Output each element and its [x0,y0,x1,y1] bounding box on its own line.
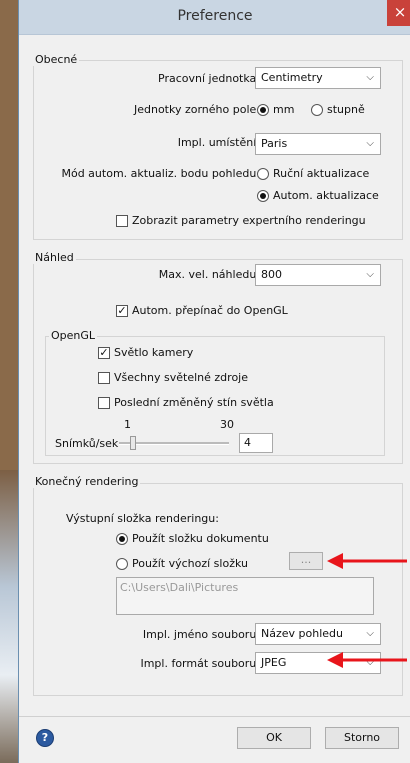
final-render-legend: Konečný rendering [33,475,141,488]
annotation-arrow-format [327,652,407,668]
location-label: Impl. umístění: [177,136,260,149]
browse-button[interactable]: ... [289,552,323,570]
ok-button[interactable]: OK [237,727,311,749]
chevron-down-icon: ⌵ [366,138,374,149]
all-lights-checkbox[interactable] [98,372,110,384]
unit-label: Pracovní jednotka: [158,72,260,85]
annotation-arrow-browse [327,553,407,569]
fps-value: 4 [244,436,251,449]
update-manual-radio[interactable] [257,168,269,180]
fov-deg-radio[interactable] [311,104,323,116]
preferences-dialog: Preference × Obecné Pracovní jednotka: C… [18,0,410,763]
title-bar: Preference × [19,0,410,35]
opengl-legend: OpenGL [49,329,98,342]
fov-mm-radio[interactable] [257,104,269,116]
update-manual-label: Ruční aktualizace [273,167,370,180]
fov-units-label: Jednotky zorného pole: [133,103,260,116]
footer-divider [19,716,410,717]
use-doc-folder-label: Použít složku dokumentu [132,532,269,545]
fps-slider-thumb[interactable] [130,436,136,450]
use-default-folder-label: Použít výchozí složku [132,557,248,570]
chevron-down-icon: ⌵ [366,72,374,83]
use-doc-folder-radio[interactable] [116,533,128,545]
auto-opengl-checkbox[interactable]: ✓ [116,305,128,317]
update-mode-label: Mód autom. aktualiz. bodu pohledu: [61,167,260,180]
location-select[interactable]: Paris ⌵ [255,133,381,155]
chevron-down-icon: ⌵ [366,628,374,639]
fov-deg-label: stupně [327,103,365,116]
chevron-down-icon: ⌵ [366,269,374,280]
unit-select[interactable]: Centimetry ⌵ [255,67,381,89]
update-auto-radio[interactable] [257,190,269,202]
fps-max-label: 30 [220,418,234,431]
general-legend: Obecné [33,53,80,66]
unit-value: Centimetry [261,71,323,84]
fov-mm-label: mm [273,103,295,116]
filename-select[interactable]: Název pohledu ⌵ [255,623,381,645]
close-button[interactable]: × [387,0,410,26]
last-shadow-checkbox[interactable] [98,397,110,409]
filename-value: Název pohledu [261,627,343,640]
help-icon[interactable]: ? [36,729,54,747]
fps-input[interactable]: 4 [239,433,273,453]
cancel-button[interactable]: Storno [325,727,399,749]
fps-label: Snímků/sek [55,437,119,450]
fps-min-label: 1 [124,418,131,431]
dialog-title: Preference [177,8,253,24]
auto-opengl-label: Autom. přepínač do OpenGL [132,304,288,317]
path-field[interactable]: C:\Users\Dali\Pictures [116,577,374,615]
filename-label: Impl. jméno souboru: [142,628,260,641]
all-lights-label: Všechny světelné zdroje [114,371,248,384]
expert-render-label: Zobrazit parametry expertního renderingu [132,214,366,227]
use-default-folder-radio[interactable] [116,558,128,570]
expert-render-checkbox[interactable] [116,215,128,227]
path-value: C:\Users\Dali\Pictures [120,581,239,594]
max-size-value: 800 [261,268,282,281]
format-label: Impl. formát souboru: [140,657,260,670]
camera-light-label: Světlo kamery [114,346,194,359]
location-value: Paris [261,137,288,150]
output-folder-label: Výstupní složka renderingu: [66,512,219,525]
preview-legend: Náhled [33,251,76,264]
max-size-label: Max. vel. náhledu: [158,268,260,281]
last-shadow-label: Poslední změněný stín světla [114,396,274,409]
format-value: JPEG [261,656,287,669]
update-auto-label: Autom. aktualizace [273,189,379,202]
camera-light-checkbox[interactable]: ✓ [98,347,110,359]
max-size-select[interactable]: 800 ⌵ [255,264,381,286]
